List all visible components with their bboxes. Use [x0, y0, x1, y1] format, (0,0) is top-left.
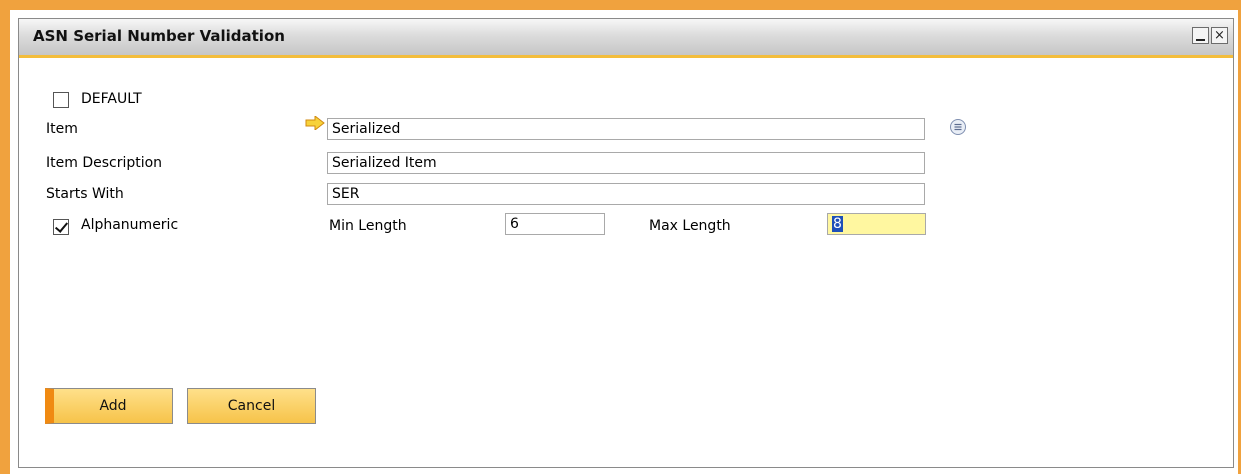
item-label: Item	[46, 121, 78, 137]
alphanumeric-checkbox[interactable]	[53, 219, 69, 235]
min-length-label: Min Length	[329, 218, 407, 234]
window-title: ASN Serial Number Validation	[33, 27, 285, 45]
item-description-field[interactable]: Serialized Item	[327, 152, 925, 174]
default-label: DEFAULT	[81, 91, 142, 107]
close-button[interactable]: ×	[1211, 27, 1228, 44]
alphanumeric-label: Alphanumeric	[81, 217, 179, 233]
max-length-label: Max Length	[649, 218, 731, 234]
default-checkbox[interactable]	[53, 92, 69, 108]
item-field[interactable]: Serialized	[327, 118, 925, 140]
title-bar: ASN Serial Number Validation ×	[19, 19, 1233, 58]
minimize-button[interactable]	[1192, 27, 1209, 44]
link-arrow-icon[interactable]	[305, 116, 325, 130]
min-length-field[interactable]: 6	[505, 213, 605, 235]
item-description-label: Item Description	[46, 155, 163, 171]
starts-with-field[interactable]: SER	[327, 183, 925, 205]
max-length-field[interactable]: 8	[827, 213, 926, 235]
add-button[interactable]: Add	[45, 388, 173, 424]
dialog-window: ASN Serial Number Validation × DEFAULT I…	[18, 18, 1234, 468]
max-length-value: 8	[832, 216, 843, 232]
starts-with-label: Starts With	[46, 186, 124, 202]
cancel-button[interactable]: Cancel	[187, 388, 316, 424]
list-icon[interactable]	[949, 118, 967, 136]
